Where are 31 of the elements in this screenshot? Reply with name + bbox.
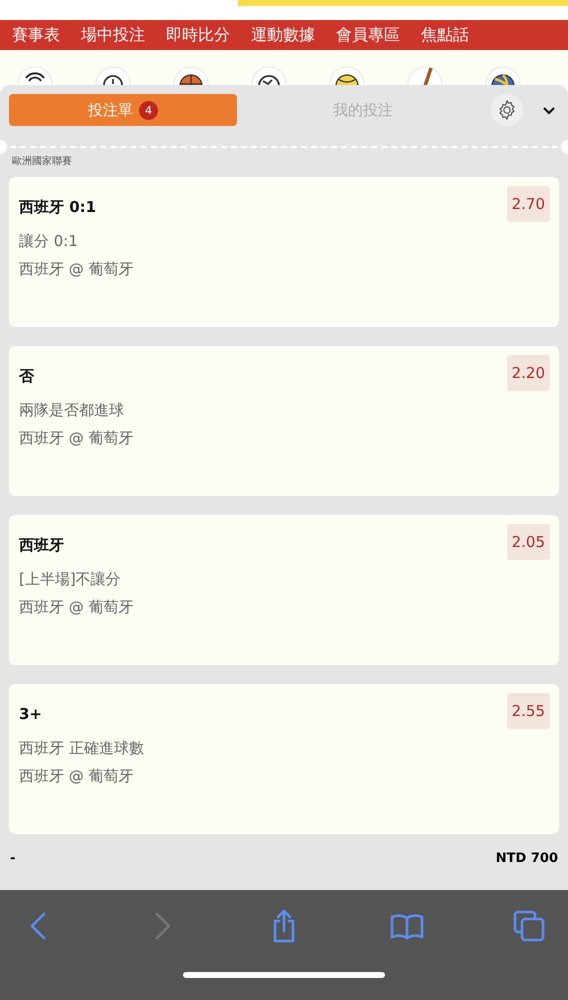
tab[interactable]: 投注單 4	[9, 94, 237, 126]
bat-icon[interactable]	[407, 65, 443, 85]
odds-value: 2.55	[506, 693, 550, 729]
bet-selection: 西班牙	[19, 536, 64, 555]
stopwatch-icon[interactable]	[95, 65, 131, 85]
nav-item[interactable]: 即時比分	[166, 24, 230, 46]
match-name: 西班牙 @ 葡萄牙	[19, 429, 135, 448]
bet-selection: 西班牙 0:1	[19, 198, 96, 217]
bet-selection: 3+	[19, 705, 42, 723]
match-name: 西班牙 @ 葡萄牙	[19, 260, 135, 279]
market-name: 西班牙 正確進球數	[19, 739, 145, 758]
market-name: 讓分 0:1	[19, 232, 79, 251]
match-name: 西班牙 @ 葡萄牙	[19, 598, 135, 617]
odds-value: 2.05	[506, 524, 550, 560]
nav-item[interactable]: 賽事表	[12, 24, 60, 46]
market-name: 兩隊是否都進球	[19, 401, 125, 420]
nav-item[interactable]: 場中投注	[81, 24, 145, 46]
odds-value: 2.20	[506, 355, 550, 391]
nav-item[interactable]: 會員專區	[336, 24, 400, 46]
total-amount: NTD 700	[496, 851, 558, 866]
bet-selection: 否	[19, 367, 34, 386]
odds-value: 2.70	[506, 186, 550, 222]
settings-button[interactable]	[491, 94, 523, 126]
market-name: [上半場]不讓分	[19, 570, 122, 589]
count-badge: 4	[139, 100, 158, 120]
nav-item[interactable]: 運動數據	[251, 24, 315, 46]
summary-text: -	[10, 851, 16, 866]
nav-item[interactable]: 焦點話	[421, 24, 469, 46]
match-name: 西班牙 @ 葡萄牙	[19, 767, 135, 786]
broadcast-icon[interactable]	[17, 65, 53, 85]
league-name: 歐洲國家聯賽	[12, 154, 73, 168]
